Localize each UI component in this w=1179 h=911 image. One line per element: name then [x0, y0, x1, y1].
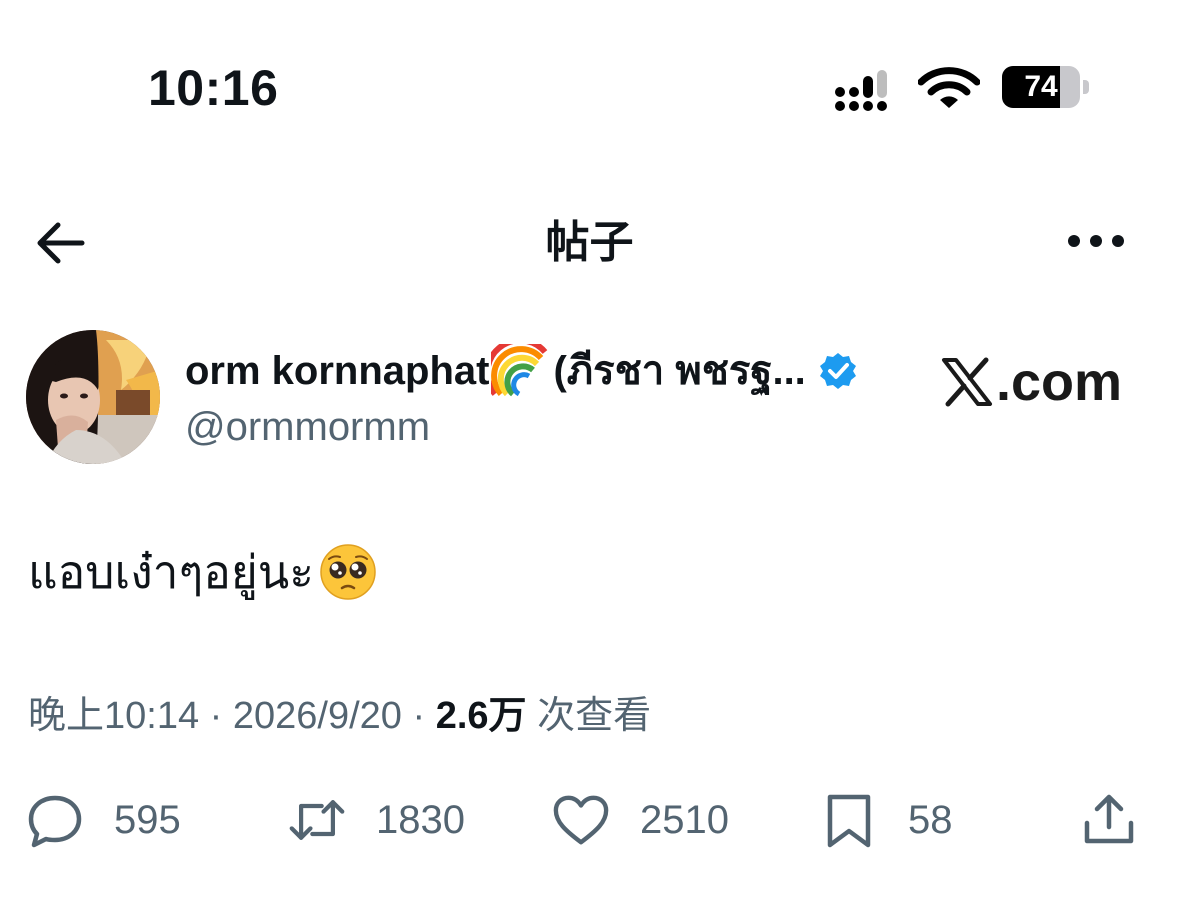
tweet-time[interactable]: 晚上10:14: [28, 695, 199, 737]
share-button[interactable]: [1080, 790, 1138, 850]
watermark-text: .com: [996, 352, 1123, 412]
tweet-meta: 晚上10:14 · 2026/9/20 · 2.6万 次查看: [28, 690, 651, 742]
reply-count: 595: [114, 798, 181, 842]
like-button[interactable]: 2510: [552, 790, 729, 850]
share-icon: [1084, 794, 1134, 844]
meta-separator: ·: [412, 695, 426, 737]
reply-icon: [28, 795, 82, 848]
watermark: .com: [940, 350, 1122, 414]
tweet-date[interactable]: 2026/9/20: [233, 695, 402, 737]
tweet-text: แอบเง๋าๆอยู่นะ: [28, 546, 314, 598]
bookmark-button[interactable]: 58: [820, 790, 953, 850]
bookmark-icon: [827, 794, 871, 848]
views-label: 次查看: [537, 695, 652, 737]
author-display-name-suffix: (ภีรชา พชรฐ...: [553, 349, 806, 393]
status-time: 10:16: [148, 60, 279, 116]
page-title: 帖子: [545, 218, 634, 267]
reply-button[interactable]: 595: [26, 790, 181, 850]
bookmark-count: 58: [908, 798, 953, 842]
retweet-button[interactable]: 1830: [288, 790, 465, 850]
wifi-icon: [918, 67, 980, 108]
avatar-image: [26, 330, 160, 464]
retweet-count: 1830: [376, 798, 465, 842]
views-count: 2.6万: [435, 695, 527, 737]
cellular-signal-icon: [835, 70, 887, 111]
retweet-icon: [289, 800, 345, 840]
heart-icon: [553, 795, 609, 845]
author-name-row[interactable]: orm kornnaphat (ภีรชา พชรฐ...: [185, 344, 858, 398]
pleading-face-icon: [320, 544, 376, 600]
rainbow-icon: [491, 344, 548, 397]
author-display-name: orm kornnaphat: [185, 349, 490, 393]
more-horizontal-icon[interactable]: [1064, 226, 1128, 256]
x-logo-icon: [942, 357, 992, 407]
avatar[interactable]: [26, 330, 160, 464]
battery-percentage: 74: [1024, 70, 1058, 103]
author-handle[interactable]: @ormmormm: [185, 400, 430, 454]
verified-badge-icon: [819, 353, 856, 389]
meta-separator: ·: [209, 695, 223, 737]
battery-icon: 74: [1002, 66, 1090, 110]
like-count: 2510: [640, 798, 729, 842]
tweet-body: แอบเง๋าๆอยู่นะ: [28, 540, 378, 604]
